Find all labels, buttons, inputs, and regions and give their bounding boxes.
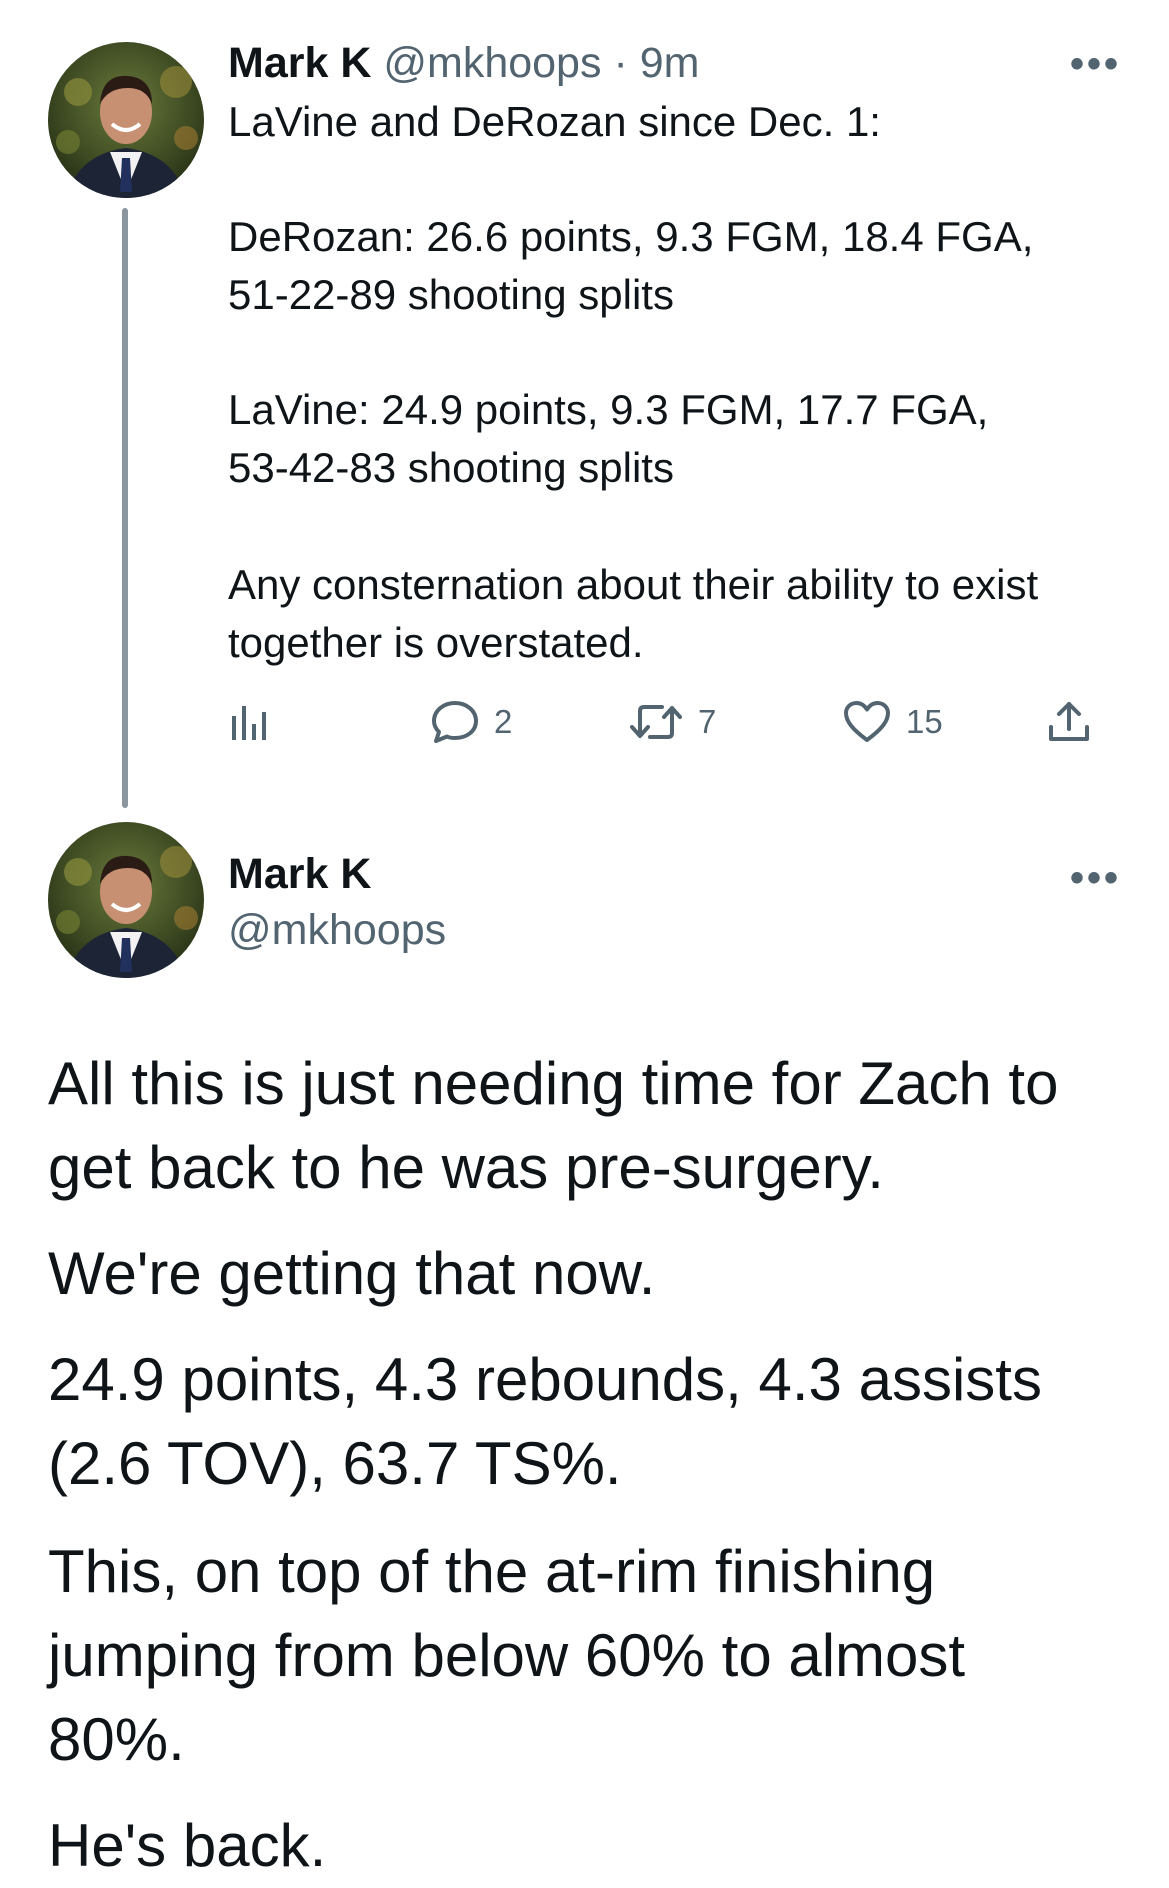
like-count: 15 [906, 703, 943, 740]
avatar[interactable] [48, 822, 204, 978]
share-button[interactable] [1046, 692, 1092, 752]
tweet-text-line: 24.9 points, 4.3 rebounds, 4.3 assists [48, 1346, 1042, 1413]
thread-connector-line [122, 208, 128, 808]
heart-icon [844, 701, 890, 742]
separator-dot: · [613, 39, 628, 87]
avatar[interactable] [48, 42, 204, 198]
tweet-text-line: LaVine: 24.9 points, 9.3 FGM, 17.7 FGA, [228, 386, 989, 433]
tweet-text-line: Any consternation about their ability to… [228, 561, 1039, 608]
retweet-icon [630, 705, 682, 739]
analytics-button[interactable] [228, 692, 272, 752]
author-name[interactable]: Mark K [228, 39, 371, 87]
tweet-text-line: get back to he was pre-surgery. [48, 1134, 884, 1201]
tweet-text-line: We're getting that now. [48, 1240, 656, 1307]
author-handle[interactable]: @mkhoops [383, 39, 601, 87]
tweet-text-line: together is overstated. [228, 619, 644, 666]
share-icon [1049, 702, 1089, 741]
timestamp[interactable]: 9m [640, 39, 700, 87]
tweet-text-line: 51-22-89 shooting splits [228, 271, 674, 318]
tweet-text-line: This, on top of the at-rim finishing [48, 1538, 936, 1605]
retweet-count: 7 [698, 703, 717, 740]
reply-button[interactable]: 2 [430, 692, 512, 752]
retweet-button[interactable]: 7 [628, 692, 716, 752]
tweet-header: Mark K @mkhoops · 9m [228, 38, 699, 88]
analytics-icon [232, 706, 266, 740]
reply-icon [432, 701, 478, 743]
reply-count: 2 [494, 703, 513, 740]
tweet-text-line: 80%. [48, 1706, 185, 1773]
tweet-text-line: LaVine and DeRozan since Dec. 1: [228, 98, 881, 145]
more-horizontal-icon[interactable]: ••• [1070, 858, 1121, 898]
tweet-text-line: jumping from below 60% to almost [48, 1622, 966, 1689]
tweet-text-line: He's back. [48, 1812, 327, 1879]
tweet-text-line: DeRozan: 26.6 points, 9.3 FGM, 18.4 FGA, [228, 213, 1034, 260]
more-horizontal-icon[interactable]: ••• [1070, 44, 1121, 84]
tweet-text-line: 53-42-83 shooting splits [228, 444, 674, 491]
like-button[interactable]: 15 [842, 692, 943, 752]
tweet-text-line: All this is just needing time for Zach t… [48, 1050, 1059, 1117]
tweet-text-line: (2.6 TOV), 63.7 TS%. [48, 1430, 622, 1497]
author-name[interactable]: Mark K [228, 848, 371, 900]
author-handle[interactable]: @mkhoops [228, 904, 446, 956]
